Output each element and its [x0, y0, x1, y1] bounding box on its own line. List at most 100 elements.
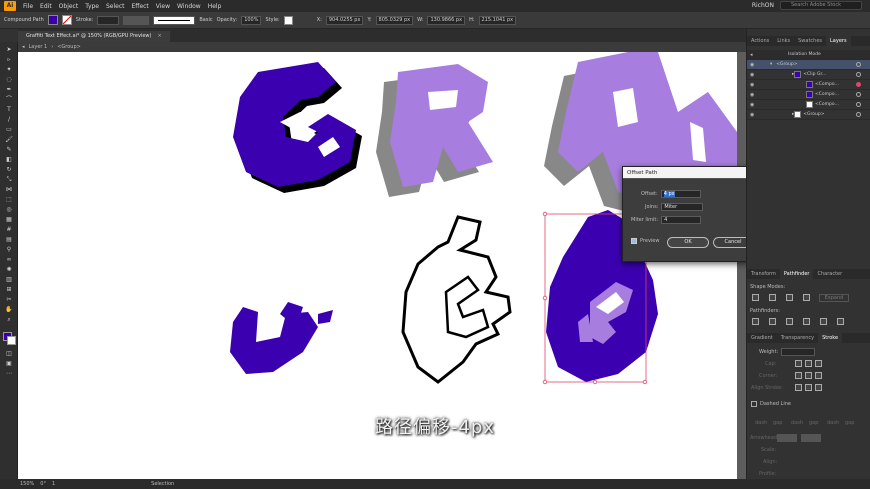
minus-front-icon[interactable]: [769, 294, 776, 301]
projecting-cap-icon[interactable]: [815, 360, 822, 367]
menu-effect[interactable]: Effect: [132, 3, 149, 10]
shape-builder-tool-icon[interactable]: ◎: [4, 206, 14, 213]
target-circle-icon[interactable]: [856, 82, 861, 87]
menu-help[interactable]: Help: [208, 3, 222, 10]
unite-icon[interactable]: [752, 294, 759, 301]
user-name[interactable]: RichON: [752, 2, 774, 9]
breadcrumb-layer[interactable]: Layer 1: [29, 44, 48, 50]
curvature-tool-icon[interactable]: ⌒: [4, 96, 14, 103]
tab-stroke[interactable]: Stroke: [818, 333, 843, 343]
tab-transform[interactable]: Transform: [747, 269, 780, 279]
isolation-mode-row[interactable]: ◂ Isolation Mode: [747, 50, 870, 60]
expand-button[interactable]: Expand: [819, 294, 849, 302]
rotate-tool-icon[interactable]: ↻: [4, 166, 14, 173]
free-transform-tool-icon[interactable]: ⬚: [4, 196, 14, 203]
zoom-level[interactable]: 150%: [20, 481, 34, 487]
close-icon[interactable]: ×: [157, 33, 161, 39]
graffiti-letter-r-top[interactable]: [376, 64, 493, 197]
scale-tool-icon[interactable]: ⤡: [4, 176, 14, 183]
back-arrow-icon[interactable]: ◂: [750, 52, 758, 58]
eye-icon[interactable]: ◉: [750, 72, 758, 78]
align-outside-icon[interactable]: [815, 384, 822, 391]
width-tool-icon[interactable]: ⋈: [4, 186, 14, 193]
slice-tool-icon[interactable]: ✂: [4, 296, 14, 303]
ok-button[interactable]: OK: [667, 237, 709, 248]
merge-icon[interactable]: [786, 318, 793, 325]
minus-back-icon[interactable]: [837, 318, 844, 325]
eyedropper-tool-icon[interactable]: ⚲: [4, 246, 14, 253]
eraser-tool-icon[interactable]: ◧: [4, 156, 14, 163]
eye-icon[interactable]: ◉: [750, 92, 758, 98]
graph-tool-icon[interactable]: ▥: [4, 276, 14, 283]
magic-wand-tool-icon[interactable]: ✦: [4, 66, 14, 73]
document-tab[interactable]: Graffiti Text Effect.ai* @ 150% (RGB/GPU…: [18, 31, 170, 42]
round-join-icon[interactable]: [805, 372, 812, 379]
align-center-icon[interactable]: [795, 384, 802, 391]
menu-window[interactable]: Window: [177, 3, 201, 10]
graffiti-fragment-purple[interactable]: [230, 302, 333, 374]
selection-tool-icon[interactable]: ➤: [4, 46, 14, 53]
divide-icon[interactable]: [752, 318, 759, 325]
artboard-number[interactable]: 1: [52, 481, 55, 487]
y-field[interactable]: 805.0329 px: [375, 15, 414, 25]
x-field[interactable]: 904.0255 px: [325, 15, 364, 25]
breadcrumb-group[interactable]: <Group>: [57, 44, 81, 50]
mesh-tool-icon[interactable]: #: [4, 226, 14, 233]
gradient-tool-icon[interactable]: ▤: [4, 236, 14, 243]
perspective-grid-tool-icon[interactable]: ▦: [4, 216, 14, 223]
tab-links[interactable]: Links: [773, 36, 794, 46]
tab-character[interactable]: Character: [813, 269, 846, 279]
menu-type[interactable]: Type: [85, 3, 99, 10]
layer-row[interactable]: ◉ ▸ <Group>: [747, 110, 870, 120]
pen-tool-icon[interactable]: ✒: [4, 86, 14, 93]
style-swatch[interactable]: [283, 15, 293, 25]
miter-limit-input[interactable]: 4: [661, 216, 702, 224]
screen-mode-icon[interactable]: ▣: [4, 360, 14, 367]
symbol-sprayer-tool-icon[interactable]: ✺: [4, 266, 14, 273]
stroke-swatch[interactable]: [61, 15, 72, 25]
eye-icon[interactable]: ◉: [750, 62, 758, 68]
target-circle-icon[interactable]: [856, 92, 861, 97]
menu-file[interactable]: File: [23, 3, 33, 10]
end-arrowhead-select[interactable]: [801, 434, 821, 442]
menu-view[interactable]: View: [156, 3, 170, 10]
eye-icon[interactable]: ◉: [750, 112, 758, 118]
stroke-preset[interactable]: Basic: [199, 17, 212, 23]
outline-icon[interactable]: [820, 318, 827, 325]
brush-preview[interactable]: [153, 15, 196, 25]
weight-field[interactable]: [781, 348, 815, 356]
menu-edit[interactable]: Edit: [40, 3, 52, 10]
target-circle-icon[interactable]: [856, 62, 861, 67]
exclude-icon[interactable]: [803, 294, 810, 301]
type-tool-icon[interactable]: T: [4, 106, 14, 113]
butt-cap-icon[interactable]: [795, 360, 802, 367]
opacity-field[interactable]: 100%: [241, 15, 262, 25]
tab-gradient[interactable]: Gradient: [747, 333, 777, 343]
back-arrow-icon[interactable]: ◂: [22, 44, 25, 50]
target-circle-icon[interactable]: [856, 72, 861, 77]
fill-swatch[interactable]: [47, 15, 58, 25]
tab-actions[interactable]: Actions: [747, 36, 773, 46]
align-inside-icon[interactable]: [805, 384, 812, 391]
direct-selection-tool-icon[interactable]: ▹: [4, 56, 14, 63]
tab-pathfinder[interactable]: Pathfinder: [779, 269, 814, 279]
zoom-tool-icon[interactable]: ⌕: [4, 316, 14, 323]
target-circle-icon[interactable]: [856, 102, 861, 107]
eye-icon[interactable]: ◉: [750, 82, 758, 88]
stroke-weight-field[interactable]: [97, 15, 120, 25]
tab-layers[interactable]: Layers: [826, 36, 851, 46]
tab-transparency[interactable]: Transparency: [777, 333, 818, 343]
w-field[interactable]: 130.9866 px: [427, 15, 466, 25]
layer-row[interactable]: ◉ <Compo...: [747, 80, 870, 90]
layer-row[interactable]: ◉ <Compo...: [747, 100, 870, 110]
stroke-color-icon[interactable]: [7, 336, 16, 345]
graffiti-letter-g-top[interactable]: [233, 62, 362, 193]
layer-row[interactable]: ◉ ▸ <Clip Gr...: [747, 70, 870, 80]
expand-arrow-icon[interactable]: ▾: [770, 62, 772, 67]
more-tools-icon[interactable]: ⋯: [4, 370, 14, 377]
h-field[interactable]: 215.1041 px: [478, 15, 517, 25]
trim-icon[interactable]: [769, 318, 776, 325]
stock-search-input[interactable]: Search Adobe Stock: [780, 1, 862, 10]
layer-row[interactable]: ◉ ▾ <Group>: [747, 60, 870, 70]
paintbrush-tool-icon[interactable]: 🖌: [4, 136, 14, 143]
